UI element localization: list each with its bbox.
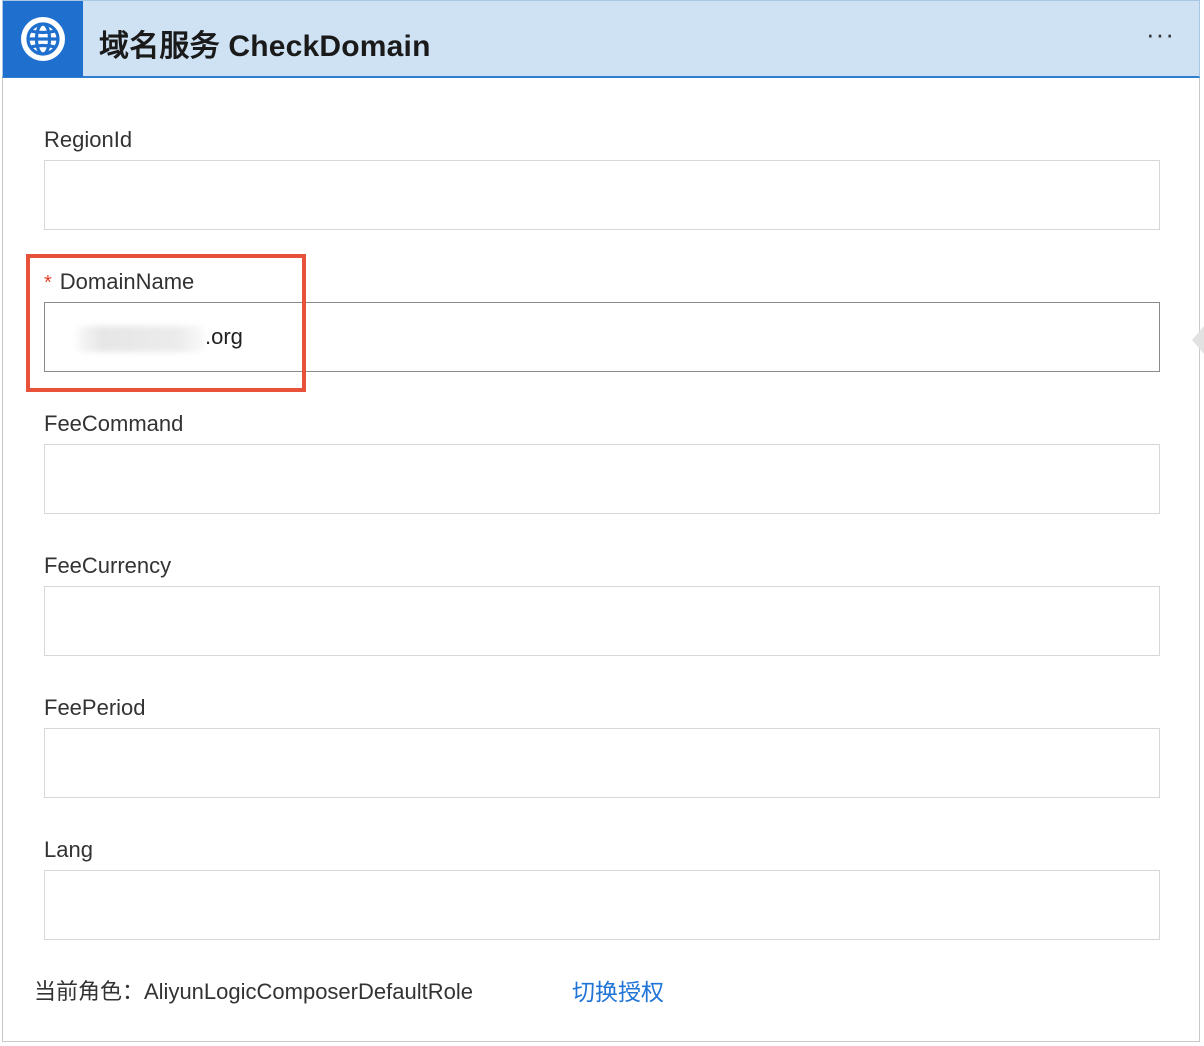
globe-icon [21, 17, 65, 61]
lang-input[interactable] [44, 870, 1160, 940]
feeperiod-label: FeePeriod [44, 695, 146, 720]
switch-authorization-link[interactable]: 切换授权 [572, 973, 664, 1007]
regionid-label: RegionId [44, 127, 133, 152]
regionid-input[interactable] [44, 160, 1160, 230]
feeperiod-input[interactable] [44, 728, 1160, 798]
feecurrency-label: FeeCurrency [44, 553, 172, 578]
card-header: 域名服务 CheckDomain ··· [2, 0, 1200, 78]
feecurrency-input[interactable] [44, 586, 1160, 656]
lang-label: Lang [44, 837, 93, 862]
service-icon-block [3, 1, 83, 77]
highlight-box [26, 254, 306, 392]
current-role-text: 当前角色：AliyunLogicComposerDefaultRole [34, 979, 473, 1004]
feecommand-input[interactable] [44, 444, 1160, 514]
feecommand-label: FeeCommand [44, 411, 184, 436]
card-title: 域名服务 CheckDomain [99, 30, 431, 63]
side-collapse-arrow-icon[interactable] [1192, 326, 1204, 354]
more-options-icon[interactable]: ··· [1146, 21, 1175, 47]
